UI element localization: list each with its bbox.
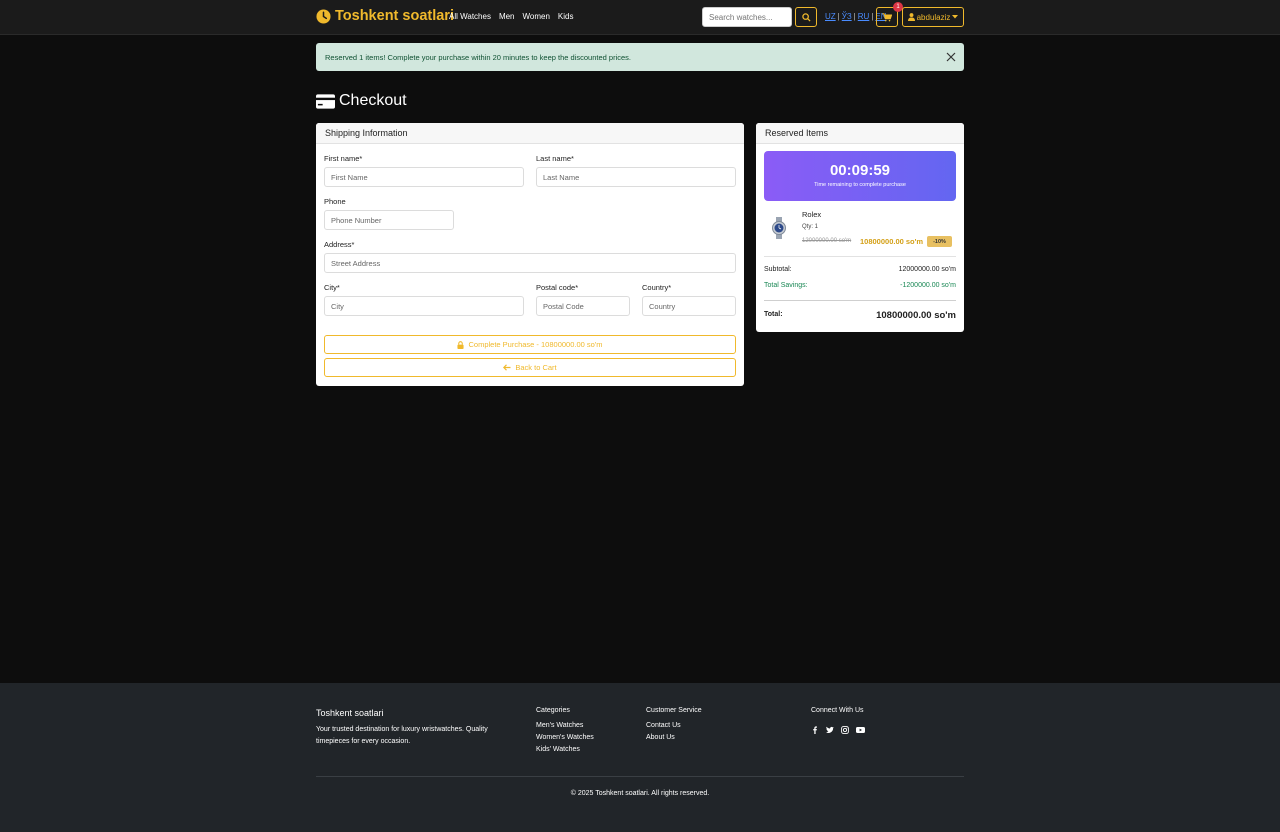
nav-links: All Watches Men Women Kids (449, 12, 573, 21)
item-qty: Qty: 1 (802, 224, 819, 230)
lock-icon (457, 340, 465, 349)
search-button[interactable] (795, 7, 817, 27)
instagram-icon[interactable] (841, 721, 849, 734)
alert-text: Reserved 1 items! Complete your purchase… (325, 52, 631, 62)
lang-ru[interactable]: RU (858, 12, 870, 21)
nav-link-men[interactable]: Men (499, 12, 515, 21)
footer: Toshkent soatlari Your trusted destinati… (0, 683, 1280, 832)
footer-link-kids-watches[interactable]: Kids' Watches (536, 746, 580, 753)
brand-name: Toshkent soatlari (335, 8, 454, 24)
subtotal-label: Subtotal: (764, 266, 792, 273)
subtotal-value: 12000000.00 so'm (898, 266, 956, 273)
footer-connect-heading: Connect With Us (811, 707, 864, 714)
watch-image (772, 217, 786, 239)
footer-link-mens-watches[interactable]: Men's Watches (536, 722, 583, 729)
footer-copyright: © 2025 Toshkent soatlari. All rights res… (570, 790, 710, 797)
savings-value: -1200000.00 so'm (900, 282, 956, 289)
cart-icon (882, 12, 892, 21)
footer-divider (316, 776, 964, 777)
page-title: Checkout (316, 92, 407, 110)
nav-link-kids[interactable]: Kids (558, 12, 574, 21)
footer-brand: Toshkent soatlari (316, 708, 384, 718)
lang-uz[interactable]: UZ (825, 12, 836, 21)
reserved-header: Reserved Items (756, 123, 964, 144)
total-value: 10800000.00 so'm (876, 310, 956, 321)
lang-uz-cyrillic[interactable]: ЎЗ (842, 12, 852, 21)
postal-code-label: Postal code* (536, 283, 579, 292)
facebook-icon[interactable] (811, 721, 819, 734)
item-new-price: 10800000.00 so'm (860, 237, 924, 246)
total-label: Total: (764, 311, 783, 318)
phone-input[interactable]: Phone Number (324, 210, 454, 230)
footer-service-heading: Customer Service (646, 707, 702, 714)
savings-label: Total Savings: (764, 282, 808, 289)
back-to-cart-button[interactable]: Back to Cart (324, 358, 736, 377)
footer-link-about[interactable]: About Us (646, 734, 675, 741)
discount-badge: -10% (927, 236, 952, 247)
reserved-items-card: Reserved Items 00:09:59 Time remaining t… (756, 123, 964, 332)
back-to-cart-label: Back to Cart (515, 363, 557, 372)
country-input[interactable]: Country (642, 296, 736, 316)
footer-categories-heading: Categories (536, 707, 570, 714)
user-menu-button[interactable]: abdulaziz (902, 7, 964, 27)
city-label: City* (324, 283, 340, 292)
address-input[interactable]: Street Address (324, 253, 736, 273)
complete-purchase-label: Complete Purchase - 10800000.00 so'm (468, 340, 603, 349)
shipping-card: Shipping Information First name* First N… (316, 123, 744, 386)
shipping-header: Shipping Information (316, 123, 744, 144)
first-name-label: First name* (324, 154, 363, 163)
phone-label: Phone (324, 197, 346, 206)
countdown-timer: 00:09:59 Time remaining to complete purc… (764, 151, 956, 201)
last-name-input[interactable]: Last Name (536, 167, 736, 187)
caret-down-icon (952, 15, 959, 19)
user-icon (907, 13, 915, 21)
item-old-price: 12000000.00 so'm (802, 238, 852, 244)
twitter-icon[interactable] (826, 721, 834, 733)
youtube-icon[interactable] (856, 721, 865, 733)
search-icon (801, 12, 811, 22)
nav-link-women[interactable]: Women (523, 12, 550, 21)
reservation-alert: Reserved 1 items! Complete your purchase… (316, 43, 964, 71)
last-name-label: Last name* (536, 154, 574, 163)
footer-description: Your trusted destination for luxury wris… (316, 726, 488, 745)
footer-link-contact[interactable]: Contact Us (646, 722, 681, 729)
timer-label: Time remaining to complete purchase (814, 182, 906, 188)
arrow-left-icon (503, 364, 511, 371)
item-name: Rolex (802, 210, 822, 219)
footer-link-womens-watches[interactable]: Women's Watches (536, 734, 594, 741)
country-label: Country* (642, 283, 672, 292)
search-input[interactable] (702, 7, 792, 27)
user-name: abdulaziz (916, 12, 951, 22)
credit-card-icon (316, 93, 335, 109)
nav-link-all-watches[interactable]: All Watches (449, 12, 491, 21)
navbar: Toshkent soatlari All Watches Men Women … (0, 0, 1280, 35)
social-links (811, 721, 865, 734)
timer-value: 00:09:59 (829, 162, 891, 179)
divider (764, 256, 956, 257)
city-input[interactable]: City (324, 296, 524, 316)
clock-icon (316, 8, 331, 24)
close-icon[interactable] (946, 52, 956, 62)
complete-purchase-button[interactable]: Complete Purchase - 10800000.00 so'm (324, 335, 736, 354)
first-name-input[interactable]: First Name (324, 167, 524, 187)
page-title-text: Checkout (339, 92, 407, 109)
brand-logo[interactable]: Toshkent soatlari (316, 8, 454, 24)
address-label: Address* (324, 240, 355, 249)
divider (764, 300, 956, 301)
postal-code-input[interactable]: Postal Code (536, 296, 630, 316)
